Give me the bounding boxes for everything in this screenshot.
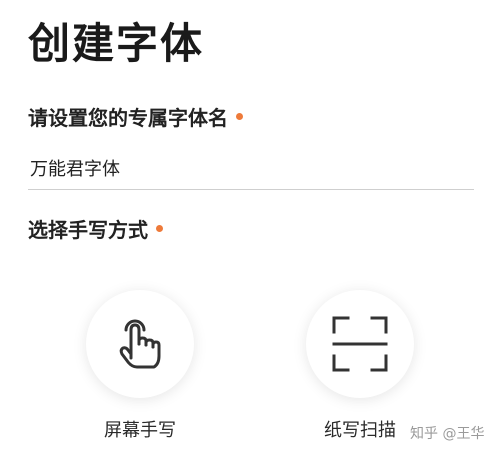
input-method-label: 选择手写方式 <box>28 216 163 244</box>
paper-scan-option[interactable]: 纸写扫描 <box>290 290 430 444</box>
screen-handwriting-button[interactable] <box>86 290 194 398</box>
hand-touch-icon <box>119 319 161 369</box>
page-title: 创建字体 <box>28 19 205 68</box>
screen-handwriting-label: 屏幕手写 <box>104 420 176 441</box>
screen-handwriting-option[interactable]: 屏幕手写 <box>70 290 210 444</box>
font-name-input[interactable] <box>28 146 474 190</box>
input-method-label-text: 选择手写方式 <box>28 218 148 242</box>
required-indicator <box>156 224 163 232</box>
watermark: 知乎 @王华 <box>410 426 485 442</box>
font-name-label: 请设置您的专属字体名 <box>28 104 243 132</box>
paper-scan-label: 纸写扫描 <box>324 420 396 441</box>
required-indicator <box>236 112 243 120</box>
font-name-label-text: 请设置您的专属字体名 <box>28 106 228 130</box>
paper-scan-button[interactable] <box>306 290 414 398</box>
scan-frame-icon <box>332 316 388 372</box>
